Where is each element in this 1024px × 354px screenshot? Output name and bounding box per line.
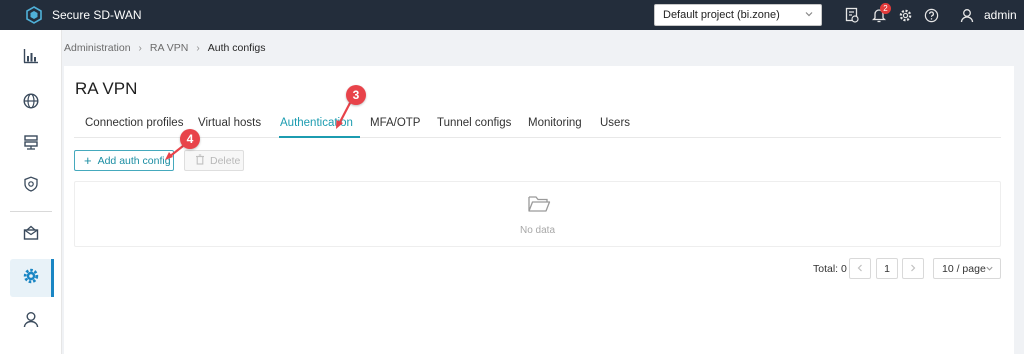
pagination-prev-button[interactable] — [849, 258, 871, 279]
app-title: Secure SD-WAN — [52, 8, 142, 22]
pagination-total: Total: 0 — [813, 263, 847, 275]
breadcrumb-separator-icon: › — [138, 42, 142, 54]
main-panel: RA VPN Connection profiles Virtual hosts… — [64, 66, 1014, 354]
sidebar-divider — [10, 211, 52, 212]
tab-virtual-hosts[interactable]: Virtual hosts — [198, 117, 261, 129]
pagination-next-button[interactable] — [902, 258, 924, 279]
notifications-bell-icon[interactable]: 2 — [870, 3, 891, 24]
delete-button[interactable]: Delete — [184, 150, 244, 171]
user-icon[interactable] — [958, 6, 976, 24]
add-auth-config-button[interactable]: + Add auth config — [74, 150, 174, 171]
page-title: RA VPN — [75, 79, 138, 98]
sidebar — [0, 30, 62, 354]
folder-empty-icon — [527, 194, 551, 219]
gear-icon — [22, 267, 40, 290]
chevron-down-icon — [985, 264, 994, 276]
tab-connection-profiles[interactable]: Connection profiles — [85, 117, 183, 129]
sidebar-item-users[interactable] — [10, 303, 52, 341]
top-bar: Secure SD-WAN Default project (bi.zone) … — [0, 0, 1024, 30]
page-size-select[interactable]: 10 / page — [933, 258, 1001, 279]
sidebar-item-dashboard[interactable] — [10, 39, 52, 77]
empty-table: No data — [74, 181, 1001, 247]
plus-icon: + — [84, 153, 92, 168]
breadcrumb-auth-configs: Auth configs — [207, 42, 266, 54]
breadcrumb-administration[interactable]: Administration — [64, 42, 131, 54]
breadcrumb-ra-vpn[interactable]: RA VPN — [150, 42, 189, 54]
app-logo-icon — [24, 5, 44, 25]
tab-bar: Connection profiles Virtual hosts Authen… — [74, 114, 1001, 138]
page-size-value: 10 / page — [942, 262, 986, 275]
tab-mfa-otp[interactable]: MFA/OTP — [370, 117, 420, 129]
project-select-value: Default project (bi.zone) — [663, 9, 780, 21]
add-auth-config-label: Add auth config — [97, 154, 171, 167]
bar-chart-icon — [23, 48, 39, 69]
sidebar-item-network[interactable] — [10, 84, 52, 122]
breadcrumb: Administration › RA VPN › Auth configs — [64, 42, 266, 54]
callout-step-3: 3 — [346, 85, 366, 105]
user-profile-icon — [23, 311, 39, 333]
sidebar-item-devices[interactable] — [10, 125, 52, 163]
globe-icon — [23, 92, 39, 114]
trash-icon — [195, 153, 210, 168]
shield-icon — [23, 176, 39, 197]
sidebar-item-administration[interactable] — [10, 259, 54, 297]
help-icon[interactable] — [922, 6, 940, 24]
package-icon — [23, 225, 39, 246]
delete-label: Delete — [210, 154, 241, 167]
chevron-down-icon — [804, 9, 814, 22]
tab-tunnel-configs[interactable]: Tunnel configs — [437, 117, 511, 129]
chevron-left-icon — [856, 263, 864, 275]
tab-monitoring[interactable]: Monitoring — [528, 117, 582, 129]
reports-icon[interactable] — [843, 6, 861, 24]
callout-step-4: 4 — [180, 129, 200, 149]
tab-authentication[interactable]: Authentication — [280, 117, 353, 129]
server-icon — [23, 134, 39, 155]
notification-badge: 2 — [880, 3, 891, 14]
sidebar-item-packages[interactable] — [10, 216, 52, 254]
sidebar-item-security[interactable] — [10, 167, 52, 205]
breadcrumb-separator-icon: › — [196, 42, 200, 54]
tab-users[interactable]: Users — [600, 117, 630, 129]
active-tab-indicator — [279, 136, 360, 138]
chevron-right-icon — [909, 263, 917, 275]
project-select[interactable]: Default project (bi.zone) — [654, 4, 822, 26]
settings-gear-icon[interactable] — [896, 6, 914, 24]
empty-state-text: No data — [519, 225, 556, 236]
pagination-page-1[interactable]: 1 — [876, 258, 898, 279]
user-name[interactable]: admin — [984, 8, 1017, 22]
